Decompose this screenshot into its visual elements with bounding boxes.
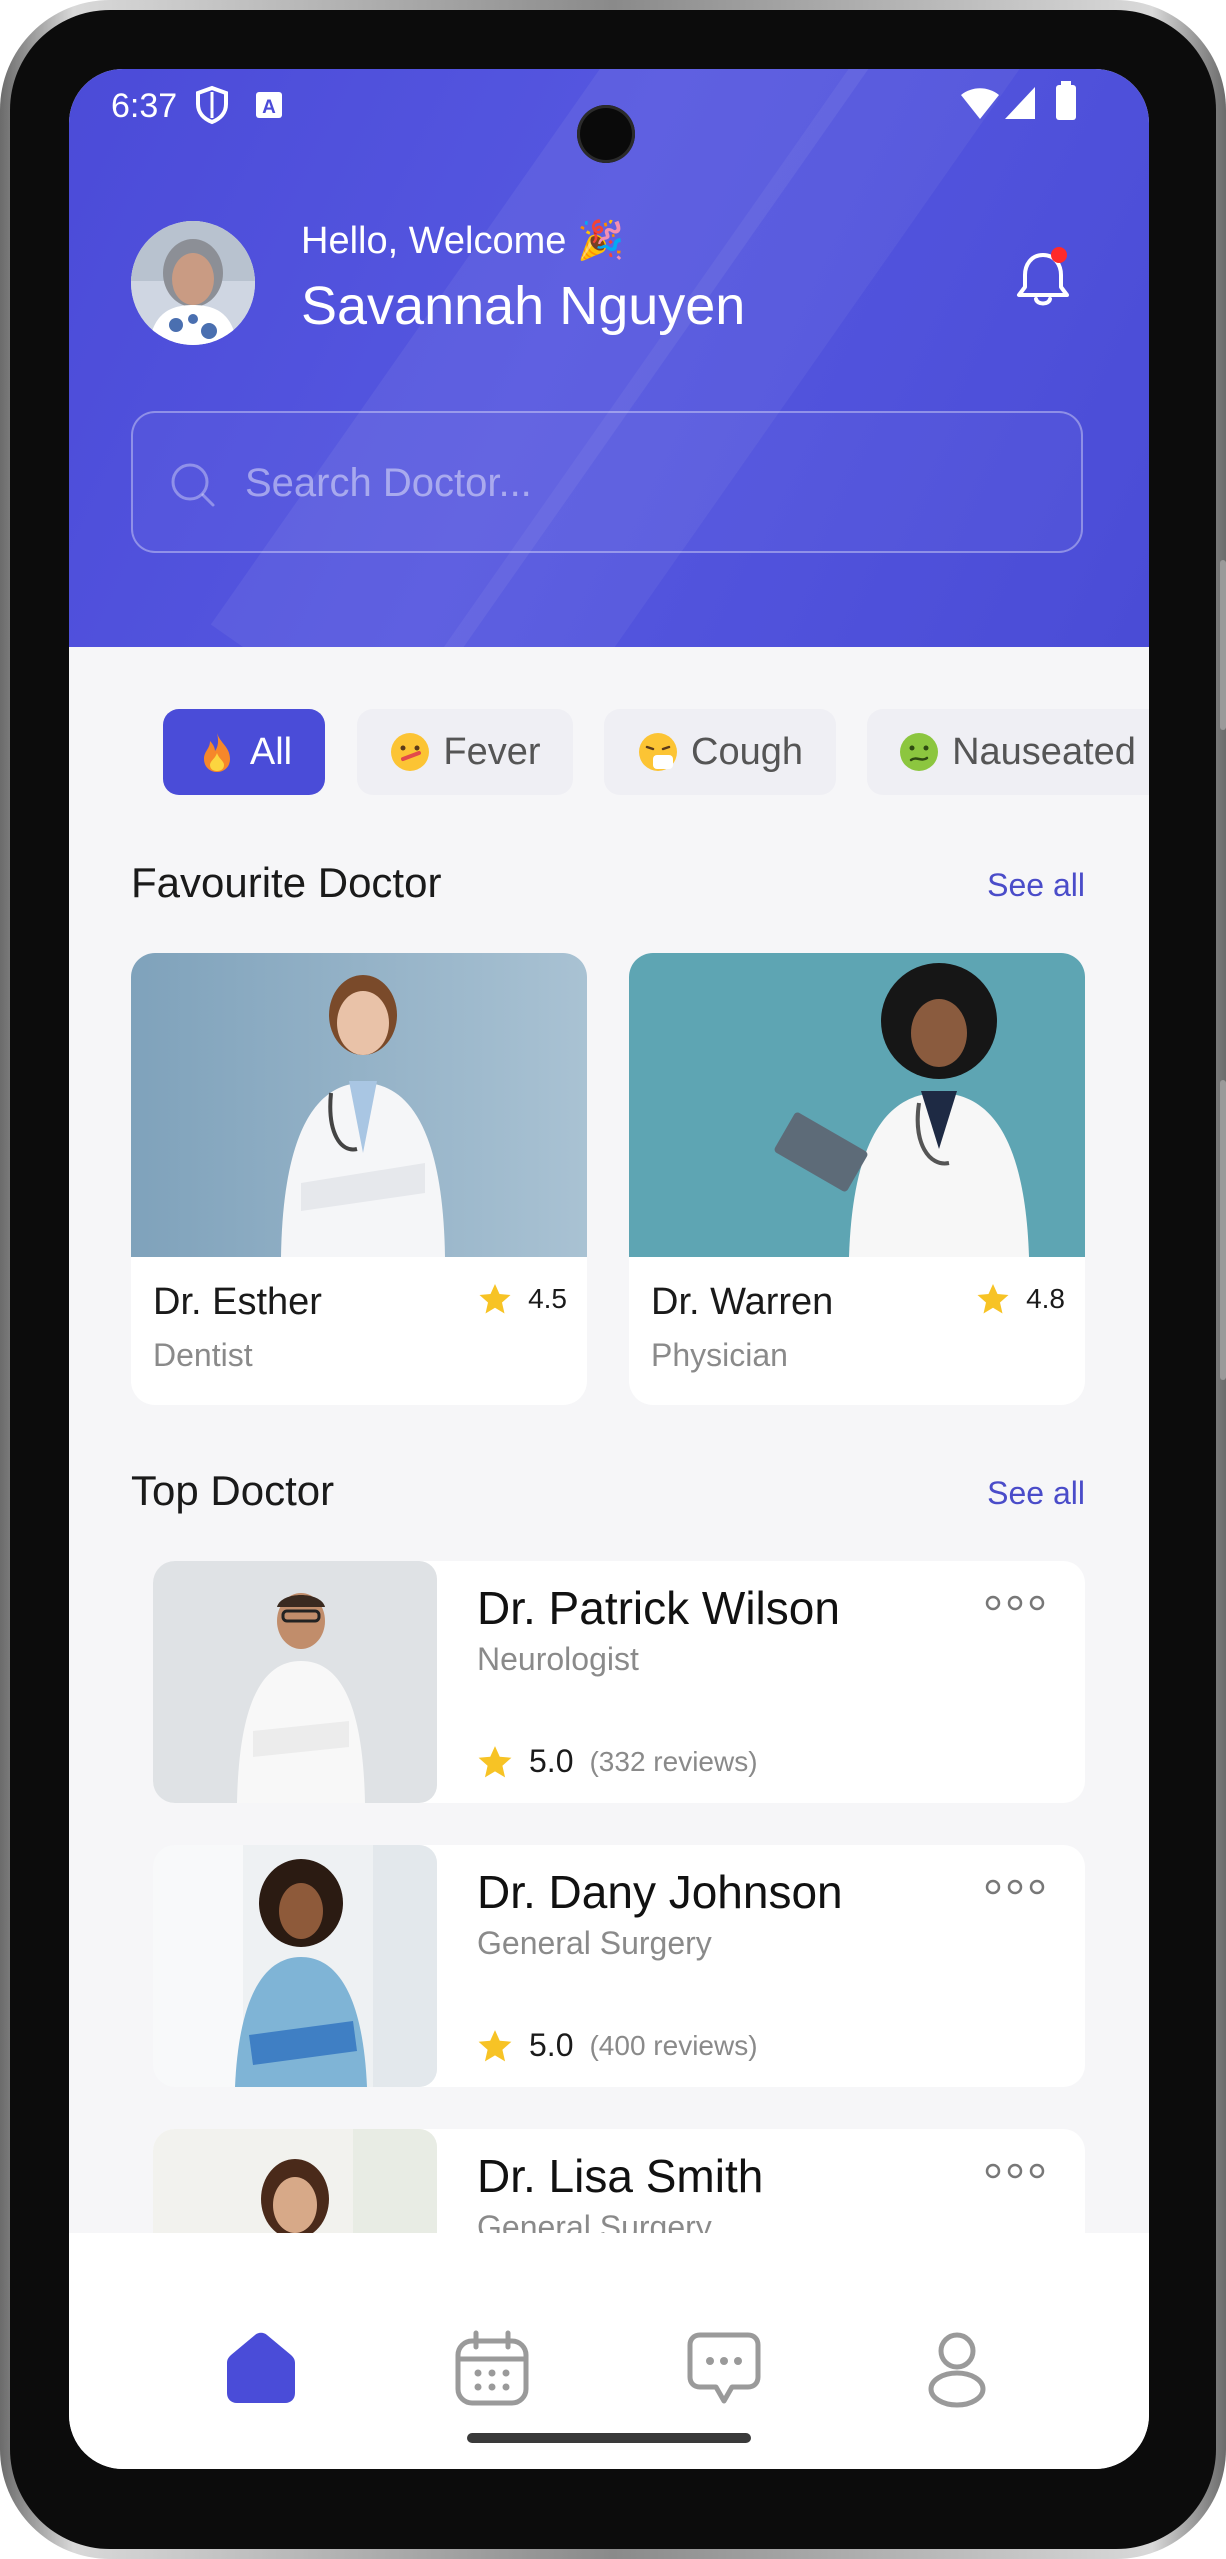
search-icon <box>171 463 215 507</box>
review-count: (332 reviews) <box>589 1745 758 1777</box>
rating-value: 4.8 <box>1026 1283 1065 1314</box>
wifi-icon <box>961 88 999 119</box>
search-bar[interactable] <box>131 411 1083 553</box>
favourite-doctor-card[interactable]: Dr. Warren Physician 4.8 <box>629 953 1085 1405</box>
chip-cough[interactable]: Cough <box>604 709 836 795</box>
face-with-thermometer-icon <box>391 733 430 771</box>
chip-label: Nauseated <box>952 730 1136 773</box>
header: 6:37 A Hello, Welcome 🎉 Savannah Nguyen … <box>69 69 1149 647</box>
app-screen: 6:37 A Hello, Welcome 🎉 Savannah Nguyen … <box>69 69 1149 2469</box>
notification-bell-icon[interactable] <box>1013 247 1073 311</box>
fire-icon <box>203 733 230 772</box>
sneezing-face-icon <box>639 733 677 771</box>
review-count: (400 reviews) <box>589 2029 758 2061</box>
chat-icon[interactable] <box>684 2329 764 2409</box>
doctor-rating: 5.0 (332 reviews) <box>477 1743 758 1780</box>
doctor-name: Dr. Lisa Smith <box>477 2150 764 2202</box>
favourite-doctor-title: Favourite Doctor <box>131 859 442 906</box>
svg-text:A: A <box>262 97 276 118</box>
top-doctor-card[interactable]: Dr. Dany Johnson General Surgery 5.0 (40… <box>153 1845 1085 2087</box>
rating-value: 5.0 <box>529 2027 574 2063</box>
search-input[interactable] <box>243 447 1047 519</box>
doctor-photo <box>153 1845 437 2087</box>
star-icon <box>977 1284 1009 1314</box>
more-options-icon[interactable] <box>985 2161 1045 2181</box>
star-icon <box>478 1745 512 1777</box>
front-camera <box>577 105 635 163</box>
volume-button <box>1220 1080 1226 1380</box>
chip-nauseated[interactable]: Nauseated <box>867 709 1149 795</box>
shield-icon <box>196 85 228 125</box>
top-doctor-card[interactable]: Dr. Patrick Wilson Neurologist 5.0 (332 … <box>153 1561 1085 1803</box>
user-name: Savannah Nguyen <box>301 276 746 336</box>
avatar[interactable] <box>131 221 255 345</box>
doctor-specialty: Neurologist <box>477 1641 639 1677</box>
doctor-photo <box>131 953 587 1257</box>
chip-label: Cough <box>691 730 803 773</box>
category-chips: All Fever Cough Nauseated <box>69 709 1149 795</box>
doctor-photo <box>629 953 1085 1257</box>
chip-label: Fever <box>443 730 541 773</box>
doctor-photo <box>153 1561 437 1803</box>
user-avatar-image <box>131 221 255 345</box>
more-options-icon[interactable] <box>985 1593 1045 1613</box>
star-icon <box>478 2029 512 2061</box>
home-icon[interactable] <box>221 2329 301 2409</box>
rating-value: 5.0 <box>529 1743 574 1779</box>
doctor-name: Dr. Patrick Wilson <box>477 1582 840 1634</box>
doctor-name: Dr. Dany Johnson <box>477 1866 843 1918</box>
doctor-rating: 4.8 <box>976 1283 1065 1315</box>
power-button <box>1220 560 1226 730</box>
nauseated-face-icon <box>900 733 939 771</box>
battery-icon <box>1056 81 1076 120</box>
rating-value: 4.5 <box>528 1283 567 1314</box>
doctor-specialty: Physician <box>651 1337 788 1373</box>
chip-label: All <box>249 730 293 773</box>
star-icon <box>479 1284 511 1314</box>
favourite-doctor-card[interactable]: Dr. Esther Dentist 4.5 <box>131 953 587 1405</box>
top-doctor-title: Top Doctor <box>131 1467 335 1514</box>
chip-fever[interactable]: Fever <box>357 709 573 795</box>
signal-icon <box>1005 87 1035 119</box>
doctor-rating: 4.5 <box>478 1283 567 1315</box>
status-time: 6:37 <box>111 87 178 125</box>
more-options-icon[interactable] <box>985 1877 1045 1897</box>
greeting-text: Hello, Welcome 🎉 <box>301 220 625 262</box>
doctor-name: Dr. Warren <box>651 1281 834 1323</box>
home-indicator[interactable] <box>467 2433 751 2443</box>
doctor-name: Dr. Esther <box>153 1281 322 1323</box>
doctor-specialty: Dentist <box>153 1337 253 1373</box>
doctor-specialty: General Surgery <box>477 1925 712 1961</box>
doctor-rating: 5.0 (400 reviews) <box>477 2027 758 2064</box>
favourite-see-all-link[interactable]: See all <box>987 867 1085 904</box>
chip-all[interactable]: All <box>163 709 325 795</box>
profile-icon[interactable] <box>917 2329 997 2409</box>
top-see-all-link[interactable]: See all <box>987 1475 1085 1512</box>
keyboard-a-icon: A <box>256 92 282 118</box>
calendar-icon[interactable] <box>452 2329 532 2409</box>
notification-dot <box>1051 247 1067 263</box>
